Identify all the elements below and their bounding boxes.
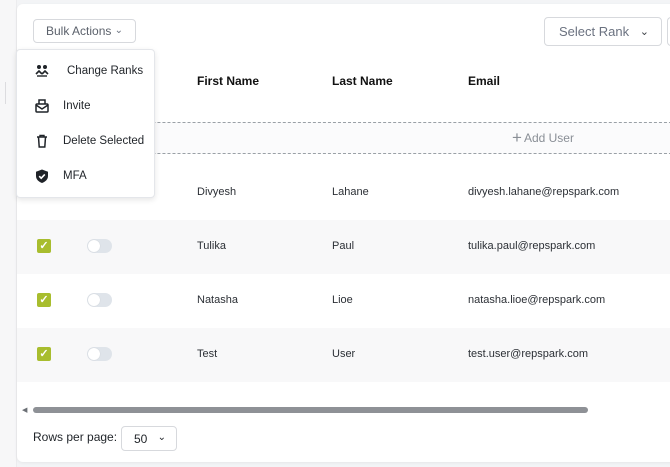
add-user-label: Add User	[523, 131, 574, 145]
row-toggle-switch[interactable]	[87, 239, 112, 253]
table-row[interactable]: ✓ Test User test.user@repspark.com	[17, 328, 670, 382]
cell-email: natasha.lioe@repspark.com	[468, 294, 606, 306]
cell-last-name: Lioe	[332, 294, 353, 306]
select-rank-dropdown[interactable]: Select Rank ⌄	[544, 17, 662, 46]
chevron-down-icon: ⌄	[114, 25, 123, 36]
change-ranks-icon	[35, 65, 49, 77]
cell-last-name: User	[332, 348, 356, 360]
column-header-last-name[interactable]: Last Name	[332, 74, 393, 88]
chevron-down-icon: ⌄	[157, 432, 166, 443]
bulk-actions-menu: Change Ranks Invite Delete Selected MFA	[16, 49, 155, 198]
row-checkbox[interactable]: ✓	[37, 347, 51, 361]
menu-item-invite[interactable]: Invite	[17, 91, 154, 121]
cell-first-name: Tulika	[197, 240, 226, 252]
scroll-left-arrow-icon[interactable]: ◀	[22, 406, 27, 414]
menu-item-label: MFA	[63, 170, 87, 182]
invite-icon	[35, 99, 49, 113]
table-row[interactable]: ✓ Tulika Paul tulika.paul@repspark.com	[17, 220, 670, 274]
menu-item-delete-selected[interactable]: Delete Selected	[17, 126, 154, 156]
rows-per-page-value: 50	[134, 431, 148, 446]
table-row[interactable]: ✓ Natasha Lioe natasha.lioe@repspark.com	[17, 274, 670, 328]
menu-item-change-ranks[interactable]: Change Ranks	[17, 56, 154, 86]
bulk-actions-label: Bulk Actions	[46, 24, 112, 38]
cell-first-name: Divyesh	[197, 186, 237, 198]
add-user-button[interactable]: + Add User	[512, 128, 574, 147]
row-checkbox[interactable]: ✓	[37, 293, 51, 307]
scrollbar-thumb[interactable]	[33, 407, 588, 413]
menu-item-label: Change Ranks	[67, 65, 144, 77]
cell-first-name: Test	[197, 348, 218, 360]
column-header-first-name[interactable]: First Name	[197, 74, 259, 88]
row-toggle-switch[interactable]	[87, 293, 112, 307]
menu-item-label: Delete Selected	[63, 135, 145, 147]
cell-first-name: Natasha	[197, 294, 238, 306]
rows-per-page-label: Rows per page:	[33, 430, 118, 444]
menu-item-label: Invite	[63, 100, 91, 112]
cell-last-name: Lahane	[332, 186, 369, 198]
row-checkbox[interactable]: ✓	[37, 239, 51, 253]
cell-email: tulika.paul@repspark.com	[468, 240, 596, 252]
cell-last-name: Paul	[332, 240, 355, 252]
rows-per-page-select[interactable]: 50 ⌄	[121, 426, 177, 451]
shield-check-icon	[36, 169, 48, 183]
column-header-email[interactable]: Email	[468, 74, 500, 88]
chevron-down-icon: ⌄	[639, 26, 649, 38]
row-toggle-switch[interactable]	[87, 347, 112, 361]
trash-icon	[37, 134, 47, 148]
bulk-actions-button[interactable]: Bulk Actions ⌄	[33, 19, 136, 43]
cell-email: divyesh.lahane@repspark.com	[468, 186, 620, 198]
select-rank-placeholder: Select Rank	[559, 24, 630, 39]
cell-email: test.user@repspark.com	[468, 348, 588, 360]
left-sidebar-strip	[0, 0, 17, 467]
menu-item-mfa[interactable]: MFA	[17, 161, 154, 191]
plus-icon: +	[512, 128, 522, 147]
left-sidebar-divider	[0, 82, 6, 104]
